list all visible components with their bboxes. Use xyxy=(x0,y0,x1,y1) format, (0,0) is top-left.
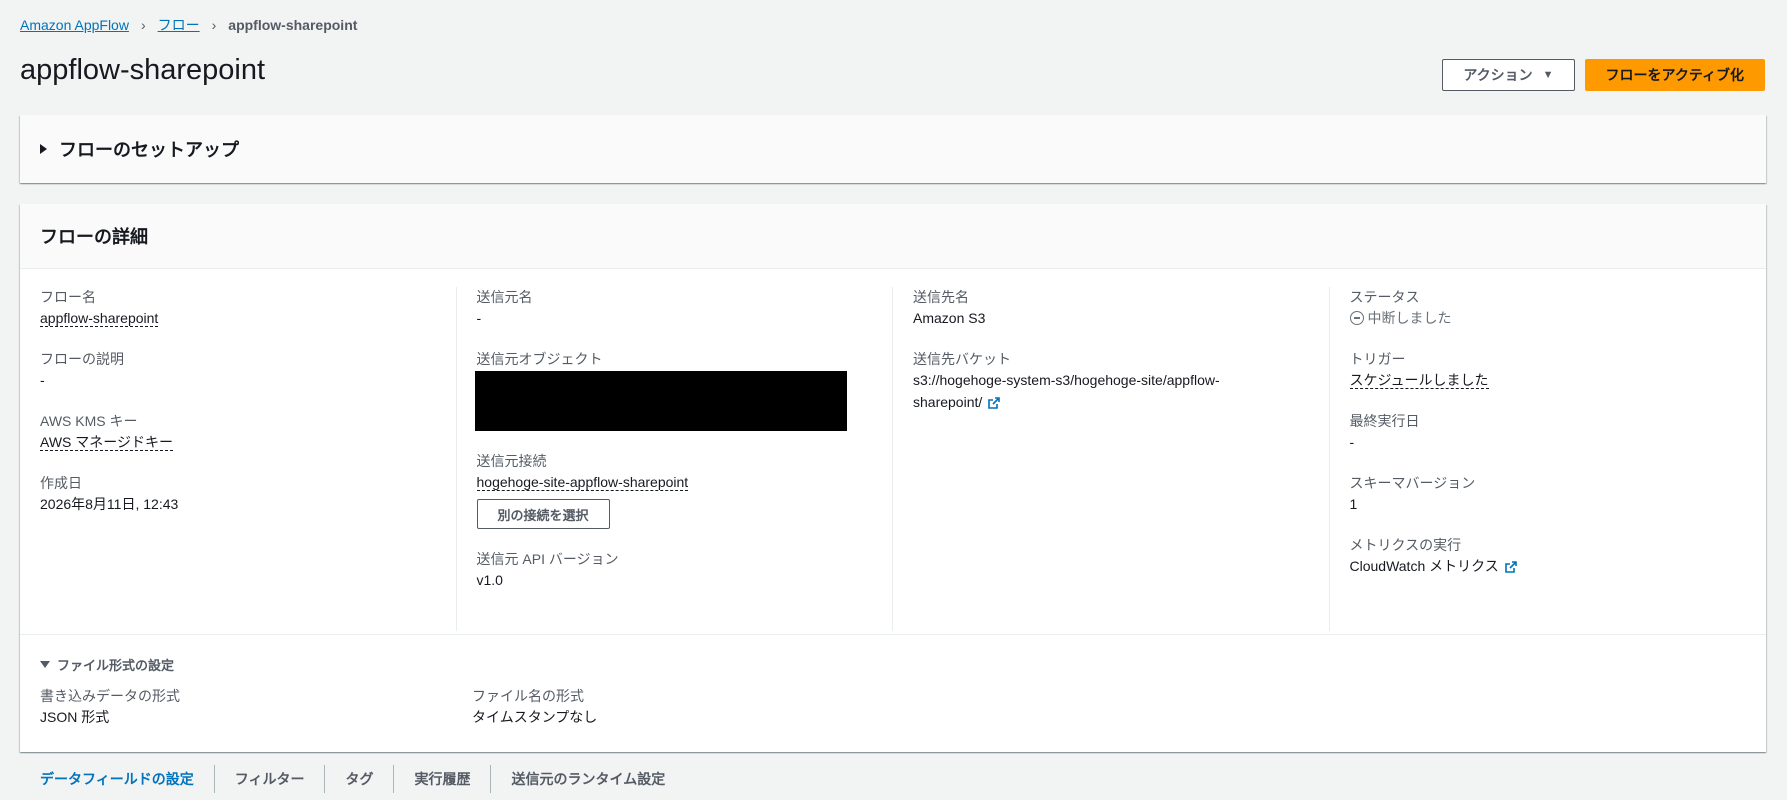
header-actions: アクション ▼ フローをアクティブ化 xyxy=(1442,59,1765,91)
flow-setup-title: フローのセットアップ xyxy=(59,140,239,160)
caret-down-icon xyxy=(40,661,50,668)
source-object-label: 送信元オブジェクト xyxy=(476,351,603,367)
activate-flow-button[interactable]: フローをアクティブ化 xyxy=(1584,59,1765,91)
dest-bucket-link[interactable]: s3://hogehoge-system-s3/hogehoge-site/ap… xyxy=(913,369,1309,413)
status-value: 中断しました xyxy=(1367,310,1452,326)
stopped-icon xyxy=(1349,311,1364,325)
write-format-value: JSON 形式 xyxy=(40,709,110,725)
flow-details-header: フローの詳細 xyxy=(20,204,1766,269)
file-format-section: ファイル形式の設定 書き込みデータの形式 JSON 形式 ファイル名の形式 タイ… xyxy=(20,635,1766,728)
details-column-source: 送信元名 - 送信元オブジェクト 送信元接続 hogehoge-site-app… xyxy=(457,287,893,631)
tab-filters[interactable]: フィルター xyxy=(215,765,326,793)
caret-right-icon xyxy=(40,144,47,154)
flow-details-title: フローの詳細 xyxy=(40,227,148,247)
breadcrumb-current: appflow-sharepoint xyxy=(228,17,358,33)
breadcrumb-appflow-link[interactable]: Amazon AppFlow xyxy=(20,17,129,33)
details-column-destination: 送信先名 Amazon S3 送信先バケット s3://hogehoge-sys… xyxy=(893,287,1330,631)
tab-data-fields[interactable]: データフィールドの設定 xyxy=(20,765,215,793)
schema-version-value: 1 xyxy=(1349,496,1358,512)
details-column-flow: フロー名 appflow-sharepoint フローの説明 - AWS KMS… xyxy=(20,287,457,631)
dest-bucket-label: 送信先バケット xyxy=(913,351,1011,367)
trigger-value[interactable]: スケジュールしました xyxy=(1349,372,1489,389)
caret-down-icon: ▼ xyxy=(1542,69,1554,81)
actions-dropdown-button[interactable]: アクション ▼ xyxy=(1442,59,1575,91)
source-connection-label: 送信元接続 xyxy=(476,453,547,469)
cloudwatch-metrics-text: CloudWatch メトリクス xyxy=(1349,558,1499,574)
source-name-value: - xyxy=(476,310,482,326)
file-format-toggle[interactable]: ファイル形式の設定 xyxy=(40,655,1746,674)
breadcrumb-flows-link[interactable]: フロー xyxy=(158,15,200,35)
schema-version-label: スキーマバージョン xyxy=(1349,475,1476,491)
filename-format-value: タイムスタンプなし xyxy=(472,709,598,725)
dest-bucket-line2: sharepoint/ xyxy=(913,394,983,410)
metrics-label: メトリクスの実行 xyxy=(1349,537,1462,553)
api-version-label: 送信元 API バージョン xyxy=(476,551,619,567)
flow-name-label: フロー名 xyxy=(40,289,96,305)
kms-key-value[interactable]: AWS マネージドキー xyxy=(40,434,173,451)
external-link-icon xyxy=(988,397,1001,410)
last-run-label: 最終実行日 xyxy=(1349,413,1420,429)
trigger-label: トリガー xyxy=(1349,351,1406,367)
chevron-right-icon: › xyxy=(211,17,217,33)
kms-key-label: AWS KMS キー xyxy=(40,413,138,429)
flow-tabs: データフィールドの設定 フィルター タグ 実行履歴 送信元のランタイム設定 xyxy=(20,764,685,794)
chevron-right-icon: › xyxy=(140,17,146,33)
api-version-value: v1.0 xyxy=(476,572,503,588)
flow-details-panel: フローの詳細 フロー名 appflow-sharepoint フローの説明 - … xyxy=(20,204,1766,752)
flow-details-columns: フロー名 appflow-sharepoint フローの説明 - AWS KMS… xyxy=(20,269,1766,635)
external-link-icon xyxy=(1504,561,1517,574)
dest-bucket-line1: s3://hogehoge-system-s3/hogehoge-site/ap… xyxy=(913,372,1220,388)
file-format-title: ファイル形式の設定 xyxy=(57,658,175,673)
write-format-label: 書き込みデータの形式 xyxy=(40,688,180,704)
page-title: appflow-sharepoint xyxy=(20,54,266,86)
tab-tags[interactable]: タグ xyxy=(325,765,395,793)
flow-description-label: フローの説明 xyxy=(40,351,124,367)
flow-setup-panel: フローのセットアップ xyxy=(20,115,1766,183)
source-name-label: 送信元名 xyxy=(476,289,533,305)
cloudwatch-metrics-link[interactable]: CloudWatch メトリクス xyxy=(1350,555,1747,577)
choose-connection-button[interactable]: 別の接続を選択 xyxy=(476,499,610,529)
source-connection-value[interactable]: hogehoge-site-appflow-sharepoint xyxy=(476,474,689,491)
dest-name-label: 送信先名 xyxy=(913,289,969,305)
last-run-value: - xyxy=(1349,434,1355,450)
status-indicator: 中断しました xyxy=(1349,307,1747,329)
flow-name-value[interactable]: appflow-sharepoint xyxy=(40,310,159,327)
filename-format-label: ファイル名の形式 xyxy=(472,688,584,704)
created-date-label: 作成日 xyxy=(40,475,82,491)
dest-name-value: Amazon S3 xyxy=(913,310,986,326)
breadcrumb: Amazon AppFlow › フロー › appflow-sharepoin… xyxy=(20,15,357,35)
actions-label: アクション xyxy=(1463,67,1533,83)
details-column-status: ステータス 中断しました トリガー スケジュールしました 最終実行日 - スキー… xyxy=(1330,287,1767,631)
created-date-value: 2026年8月11日, 12:43 xyxy=(40,496,179,512)
redacted-source-object xyxy=(474,371,847,431)
status-label: ステータス xyxy=(1349,289,1420,305)
tab-run-history[interactable]: 実行履歴 xyxy=(394,765,492,793)
flow-description-value: - xyxy=(40,372,45,388)
tab-runtime-settings[interactable]: 送信元のランタイム設定 xyxy=(491,765,685,793)
flow-setup-toggle[interactable]: フローのセットアップ xyxy=(20,115,1766,183)
